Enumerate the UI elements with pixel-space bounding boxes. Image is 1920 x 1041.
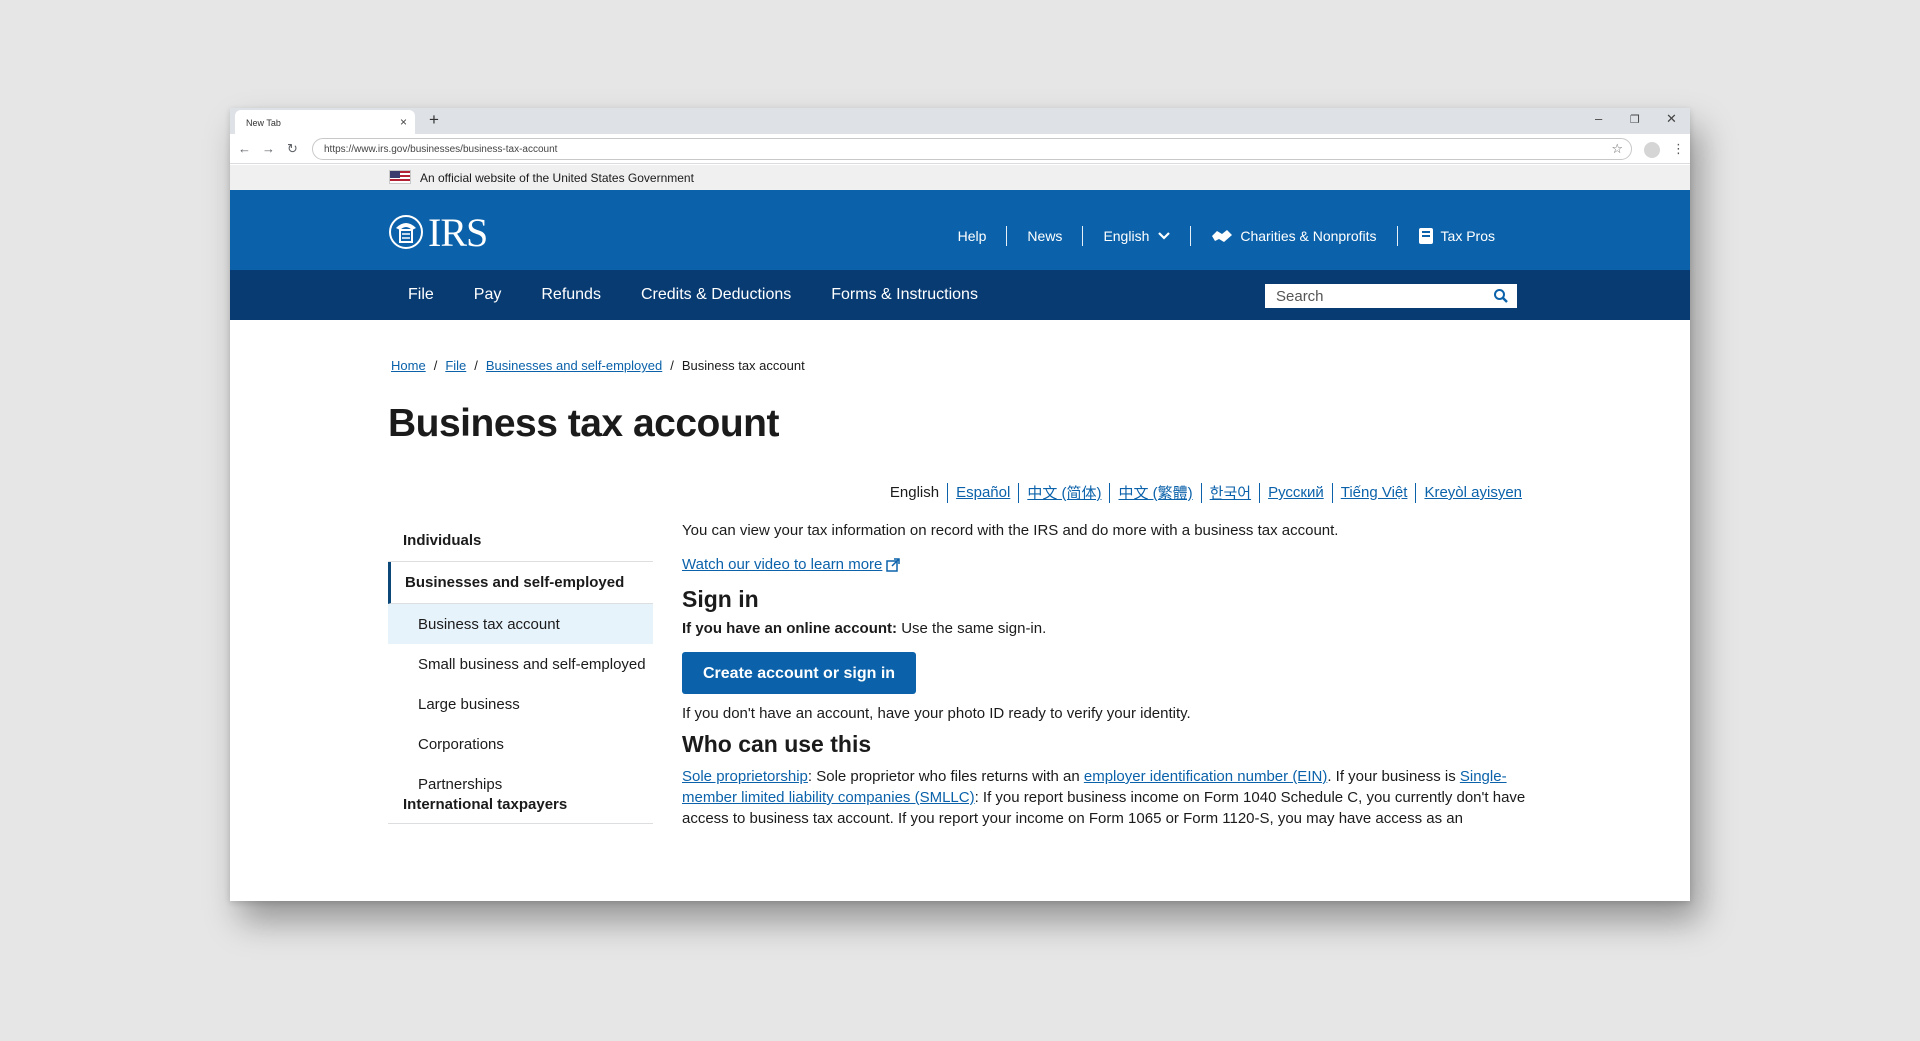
- online-account-rest: Use the same sign-in.: [897, 620, 1047, 637]
- new-tab-icon[interactable]: +: [429, 110, 439, 130]
- us-flag-icon: [389, 170, 411, 184]
- bookmark-star-icon[interactable]: ☆: [1611, 141, 1623, 157]
- reload-icon[interactable]: ↻: [287, 141, 298, 157]
- who-text-1: : Sole proprietor who files returns with…: [807, 768, 1084, 785]
- breadcrumb-separator: /: [433, 358, 438, 373]
- main-navigation: File Pay Refunds Credits & Deductions Fo…: [230, 270, 1690, 320]
- sign-in-heading: Sign in: [682, 586, 759, 612]
- sidenav-corporations[interactable]: Corporations: [388, 724, 653, 764]
- divider: [1082, 226, 1084, 246]
- url-text: https://www.irs.gov/businesses/business-…: [324, 144, 558, 155]
- watch-video-link[interactable]: Watch our video to learn more: [682, 555, 901, 575]
- forward-icon[interactable]: →: [262, 141, 275, 156]
- ein-link[interactable]: employer identification number (EIN): [1084, 768, 1327, 785]
- tab-title: New Tab: [246, 118, 281, 128]
- search-box: [1265, 284, 1517, 308]
- create-account-sign-in-button[interactable]: Create account or sign in: [682, 652, 917, 694]
- nav-credits-deductions[interactable]: Credits & Deductions: [621, 286, 811, 304]
- who-text-2: . If your business is: [1327, 768, 1460, 785]
- breadcrumb-separator: /: [474, 358, 478, 373]
- side-navigation: Individuals Businesses and self-employed…: [388, 518, 653, 824]
- address-bar[interactable]: https://www.irs.gov/businesses/business-…: [312, 138, 1632, 160]
- sidenav-businesses-self-employed[interactable]: Businesses and self-employed: [388, 562, 653, 604]
- lang-haitian-creole[interactable]: Kreyòl ayisyen: [1416, 484, 1530, 501]
- gov-banner: An official website of the United States…: [230, 165, 1690, 190]
- logo-text: IRS: [428, 209, 488, 255]
- nav-file[interactable]: File: [388, 286, 454, 304]
- sidenav-individuals[interactable]: Individuals: [388, 518, 653, 562]
- search-icon[interactable]: [1493, 288, 1509, 304]
- help-link[interactable]: Help: [938, 228, 1007, 244]
- news-link[interactable]: News: [1007, 228, 1082, 244]
- sidenav-large-business[interactable]: Large business: [388, 684, 653, 724]
- nav-forms-instructions[interactable]: Forms & Instructions: [811, 286, 998, 304]
- nav-refunds[interactable]: Refunds: [521, 286, 621, 304]
- taxpros-link[interactable]: Tax Pros: [1398, 227, 1515, 245]
- language-dropdown[interactable]: English: [1083, 228, 1190, 244]
- irs-logo[interactable]: IRS: [388, 210, 488, 255]
- menu-kebab-icon[interactable]: ⋮: [1672, 141, 1685, 157]
- sole-proprietorship-link[interactable]: Sole proprietorship: [682, 768, 808, 785]
- sidenav-international-taxpayers[interactable]: International taxpayers: [388, 796, 653, 824]
- breadcrumb-businesses[interactable]: Businesses and self-employed: [486, 358, 662, 373]
- lang-english: English: [889, 484, 940, 501]
- who-can-use-heading: Who can use this: [682, 731, 872, 757]
- browser-toolbar: ← → ↻ https://www.irs.gov/businesses/bus…: [230, 134, 1690, 164]
- site-header: IRS Help News English Charities & Nonpro…: [230, 190, 1690, 270]
- breadcrumb-separator: /: [670, 358, 674, 373]
- minimize-icon[interactable]: –: [1595, 111, 1602, 126]
- sidenav-small-business[interactable]: Small business and self-employed: [388, 644, 653, 684]
- header-utility-links: Help News English Charities & Nonprofits…: [938, 226, 1515, 246]
- divider: [1006, 226, 1008, 246]
- browser-window: New Tab × + – ❐ ✕ ← → ↻ https://www.irs.…: [230, 108, 1690, 901]
- nav-pay[interactable]: Pay: [454, 286, 522, 304]
- breadcrumb-current: Business tax account: [681, 358, 805, 373]
- browser-tab[interactable]: New Tab ×: [235, 110, 415, 134]
- charities-label: Charities & Nonprofits: [1240, 228, 1377, 244]
- online-account-text: If you have an online account: Use the s…: [682, 619, 1542, 639]
- close-tab-icon[interactable]: ×: [400, 115, 407, 129]
- intro-text: You can view your tax information on rec…: [682, 522, 1339, 539]
- breadcrumb-home[interactable]: Home: [391, 358, 426, 373]
- handshake-icon: [1212, 230, 1233, 242]
- no-account-text: If you don't have an account, have your …: [682, 705, 1191, 722]
- tab-strip: New Tab × + – ❐ ✕: [230, 108, 1690, 134]
- gov-banner-text: An official website of the United States…: [420, 171, 694, 185]
- lang-korean[interactable]: 한국어: [1202, 482, 1259, 503]
- video-link-label: Watch our video to learn more: [682, 556, 883, 573]
- web-page: An official website of the United States…: [230, 165, 1690, 901]
- irs-eagle-emblem-icon: [389, 215, 423, 249]
- language-selector: English Español 中文 (简体) 中文 (繁體) 한국어 Русс…: [882, 482, 1530, 503]
- online-account-bold: If you have an online account:: [682, 620, 898, 637]
- close-window-icon[interactable]: ✕: [1666, 111, 1677, 127]
- chevron-down-icon: [1158, 232, 1171, 240]
- back-icon[interactable]: ←: [238, 141, 251, 156]
- taxpros-label: Tax Pros: [1440, 228, 1495, 244]
- lang-vietnamese[interactable]: Tiếng Việt: [1333, 484, 1416, 501]
- search-input[interactable]: [1266, 285, 1486, 307]
- main-content: You can view your tax information on rec…: [682, 515, 1542, 829]
- language-label: English: [1103, 228, 1150, 244]
- external-link-icon: [886, 558, 901, 572]
- lang-chinese-traditional[interactable]: 中文 (繁體): [1110, 482, 1200, 503]
- lang-spanish[interactable]: Español: [948, 484, 1018, 501]
- breadcrumb-file[interactable]: File: [445, 358, 466, 373]
- divider: [1190, 226, 1192, 246]
- page-title: Business tax account: [388, 402, 779, 445]
- sidenav-business-tax-account[interactable]: Business tax account: [388, 604, 653, 644]
- book-icon: [1418, 228, 1433, 244]
- divider: [1396, 226, 1398, 246]
- nav-items: File Pay Refunds Credits & Deductions Fo…: [388, 270, 998, 320]
- lang-chinese-simplified[interactable]: 中文 (简体): [1019, 482, 1109, 503]
- who-can-use-text: Sole proprietorship: Sole proprietor who…: [682, 766, 1542, 829]
- restore-icon[interactable]: ❐: [1630, 113, 1640, 126]
- charities-link[interactable]: Charities & Nonprofits: [1191, 228, 1396, 244]
- profile-avatar[interactable]: [1644, 142, 1660, 158]
- breadcrumb: Home / File / Businesses and self-employ…: [391, 358, 805, 373]
- lang-russian[interactable]: Русский: [1260, 484, 1332, 501]
